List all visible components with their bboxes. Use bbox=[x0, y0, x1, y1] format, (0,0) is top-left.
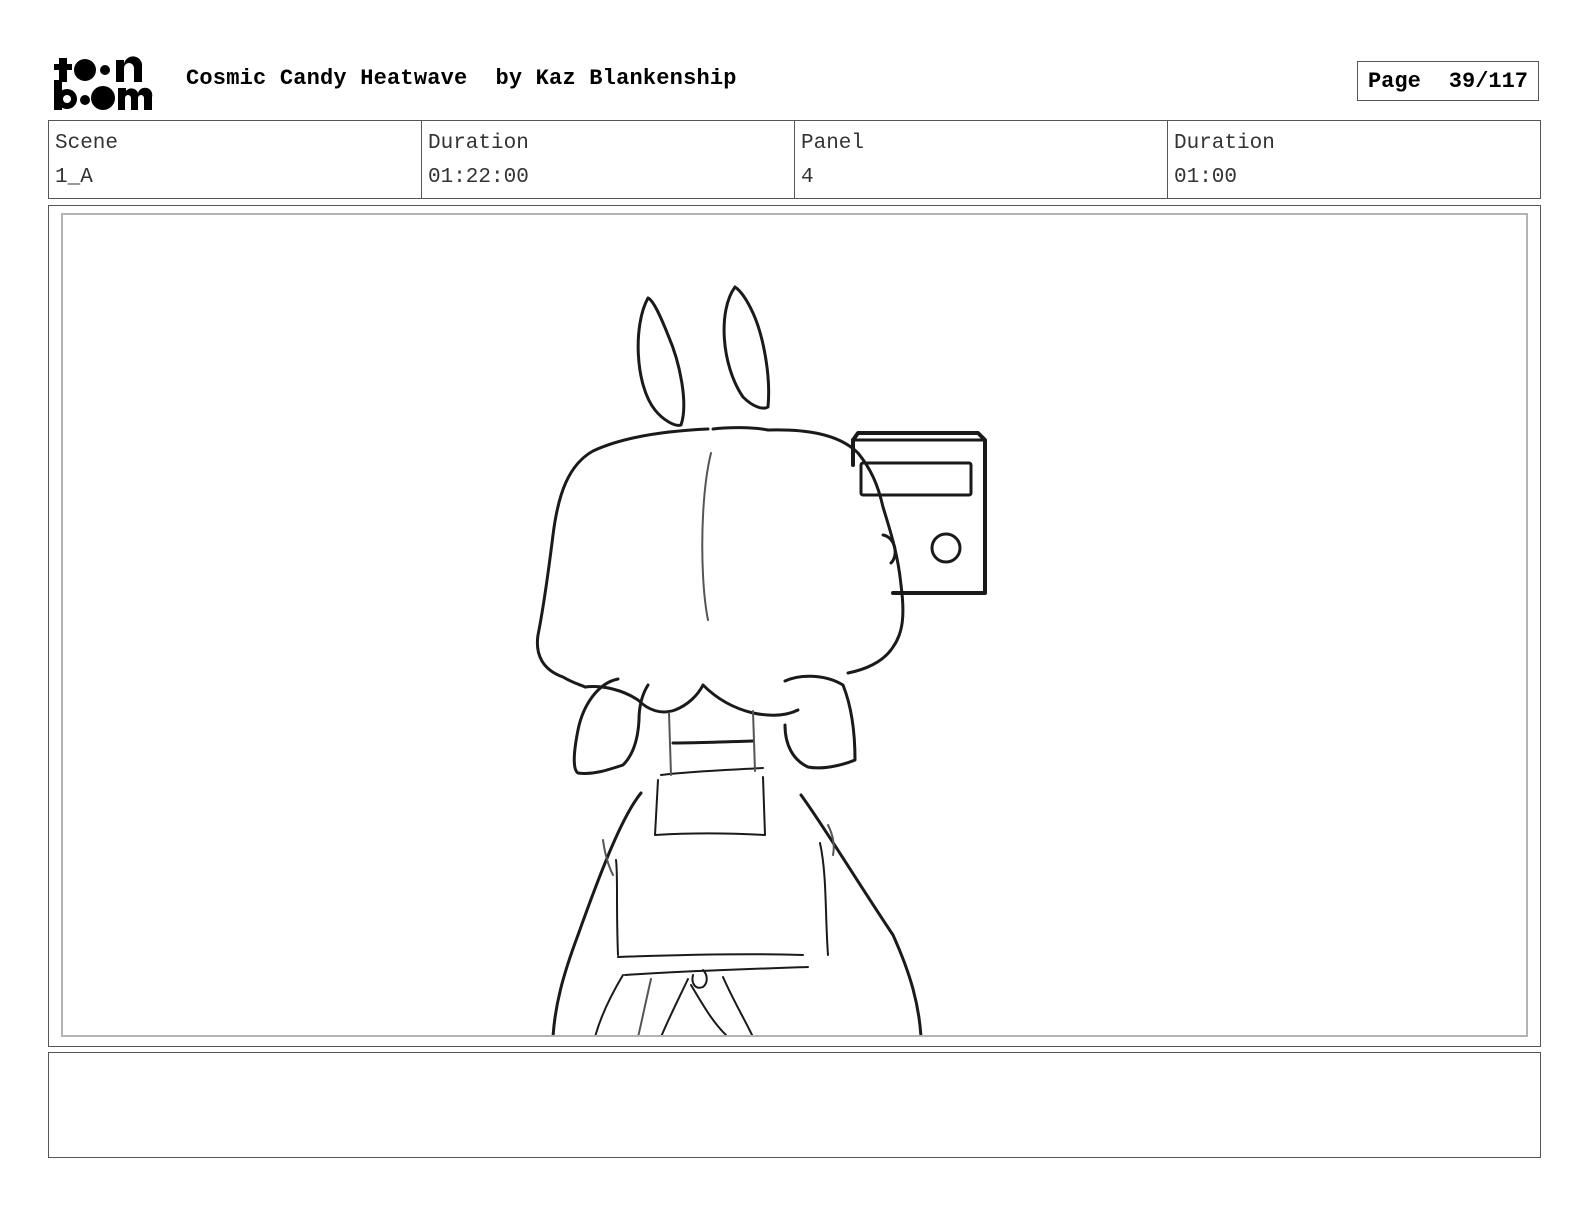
right-ear bbox=[722, 285, 771, 410]
scene-duration-label: Duration bbox=[428, 132, 529, 155]
left-ear bbox=[636, 296, 686, 427]
page-label: Page bbox=[1367, 68, 1421, 94]
author-line: by Kaz Blankenship bbox=[495, 66, 737, 91]
page-indicator: Page 39/117 bbox=[1357, 61, 1539, 101]
storyboard-panel-image bbox=[61, 213, 1528, 1037]
right-pigtail bbox=[783, 674, 857, 770]
panel-duration-label: Duration bbox=[1174, 132, 1275, 155]
panel-notes bbox=[48, 1052, 1541, 1158]
panel-value: 4 bbox=[801, 166, 814, 189]
panel-duration-value: 01:00 bbox=[1174, 166, 1238, 189]
panel-duration-cell: Duration 01:00 bbox=[1168, 121, 1540, 198]
scene-duration-cell: Duration 01:22:00 bbox=[422, 121, 795, 198]
scene-cell: Scene 1_A bbox=[49, 121, 422, 198]
storyboard-panel-frame bbox=[48, 205, 1541, 1047]
toon-boom-logo bbox=[54, 56, 153, 110]
scene-label: Scene bbox=[55, 132, 119, 155]
panel-cell: Panel 4 bbox=[795, 121, 1168, 198]
project-title: Cosmic Candy Heatwave bbox=[186, 66, 468, 91]
radio-device bbox=[851, 431, 987, 595]
character-sketch bbox=[535, 285, 987, 1035]
panel-info-table: Scene 1_A Duration 01:22:00 Panel 4 Dura… bbox=[48, 120, 1541, 199]
storyboard-title: Cosmic Candy Heatwave by Kaz Blankenship bbox=[186, 66, 737, 91]
scene-duration-value: 01:22:00 bbox=[428, 166, 529, 189]
left-pigtail bbox=[572, 677, 650, 775]
scene-value: 1_A bbox=[55, 166, 93, 189]
page-number: 39/117 bbox=[1448, 68, 1529, 94]
panel-label: Panel bbox=[801, 132, 865, 155]
